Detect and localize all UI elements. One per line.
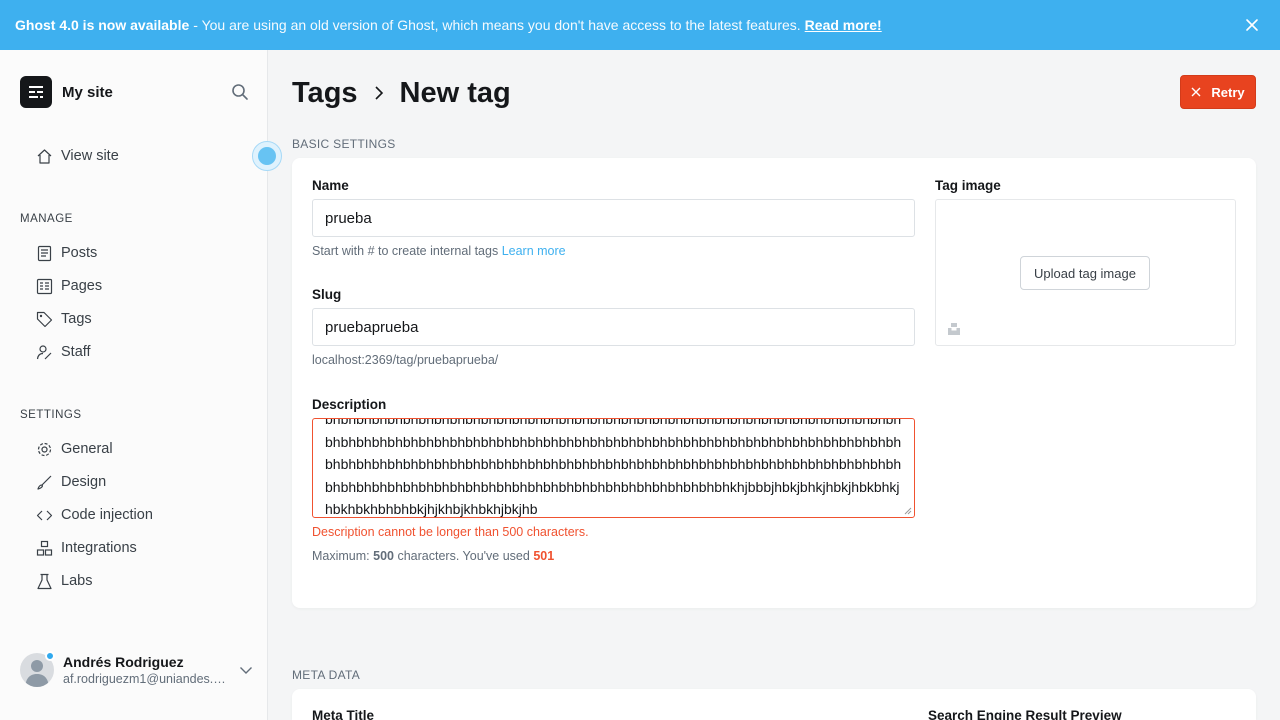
sidebar-item-view-site[interactable]: View site — [36, 144, 119, 168]
tag-image-label: Tag image — [935, 178, 1001, 193]
character-count: Maximum: 500 characters. You've used 501 — [312, 549, 554, 563]
sidebar-item-tags[interactable]: Tags — [36, 307, 92, 331]
description-line: bhbhbhbhbhbhbhbhbhbhbhbhbhbhbhbhbhbhbhbh… — [325, 478, 900, 495]
sidebar-item-label: Design — [61, 474, 107, 490]
chevron-down-icon[interactable] — [238, 662, 254, 678]
banner-read-more-link[interactable]: Read more! — [805, 17, 882, 33]
retry-button[interactable]: Retry — [1180, 75, 1256, 109]
sidebar: My site View site MANAGE Posts Pages Tag… — [0, 50, 268, 720]
pages-icon — [36, 278, 53, 294]
update-banner: Ghost 4.0 is now available - You are usi… — [0, 0, 1280, 50]
code-icon — [36, 510, 53, 520]
sidebar-item-label: Code injection — [61, 507, 153, 523]
staff-icon — [36, 344, 52, 359]
site-name[interactable]: My site — [62, 84, 113, 101]
sidebar-item-labs[interactable]: Labs — [36, 569, 92, 593]
gear-icon — [37, 442, 52, 456]
tour-pulse-indicator[interactable] — [252, 141, 282, 171]
sidebar-item-staff[interactable]: Staff — [36, 340, 91, 364]
tag-icon — [36, 311, 53, 327]
posts-icon — [37, 245, 52, 261]
chevron-right-icon — [374, 86, 383, 100]
manage-label: MANAGE — [20, 213, 73, 225]
description-line: hbkhbkhbhbhbkjhjkhbjkhbkhjbkjhb — [325, 501, 538, 517]
sidebar-item-pages[interactable]: Pages — [36, 274, 102, 298]
sidebar-item-integrations[interactable]: Integrations — [36, 536, 137, 560]
sidebar-item-label: Labs — [61, 573, 93, 589]
name-input[interactable]: prueba — [312, 199, 915, 237]
description-textarea[interactable]: bhbhbhbhbhbhbhbhbhbhbhbhbhbhbhbhbhbhbhbh… — [312, 418, 915, 518]
sidebar-item-label: Staff — [61, 344, 91, 360]
basic-settings-label: BASIC SETTINGS — [292, 137, 396, 151]
sidebar-item-code-injection[interactable]: Code injection — [36, 503, 153, 527]
breadcrumb-tags-link[interactable]: Tags — [292, 77, 358, 110]
slug-url: localhost:2369/tag/pruebaprueba/ — [312, 353, 499, 367]
meta-title-label: Meta Title — [312, 708, 375, 720]
unsplash-icon[interactable] — [947, 322, 961, 336]
description-line: bhbhbhbhbhbhbhbhbhbhbhbhbhbhbhbhbhbhbhbh… — [325, 418, 902, 427]
sidebar-item-label: View site — [61, 148, 119, 164]
retry-label: Retry — [1211, 84, 1245, 100]
upload-tag-image-button[interactable]: Upload tag image — [1020, 256, 1150, 290]
brush-icon — [37, 475, 52, 490]
sidebar-item-posts[interactable]: Posts — [36, 241, 97, 265]
count-prefix: Maximum: — [312, 549, 370, 563]
slug-input[interactable]: pruebaprueba — [312, 308, 915, 346]
sidebar-item-general[interactable]: General — [36, 437, 113, 461]
meta-data-label: META DATA — [292, 668, 361, 682]
banner-message: - You are using an old version of Ghost,… — [193, 17, 801, 33]
description-label: Description — [312, 397, 387, 412]
description-line: bhbhbhbhbhbhbhbhbhbhbhbhbhbhbhbhbhbhbhbh… — [325, 456, 902, 472]
close-icon — [1191, 87, 1201, 97]
resize-handle-icon[interactable] — [904, 507, 912, 515]
notification-dot — [45, 651, 55, 661]
site-header: My site — [20, 76, 250, 108]
name-hint: Start with # to create internal tags Lea… — [312, 244, 566, 258]
user-info: Andrés Rodriguez af.rodriguezm1@uniandes… — [63, 654, 228, 686]
search-preview-label: Search Engine Result Preview — [928, 708, 1122, 720]
sidebar-item-label: Tags — [61, 311, 92, 327]
slug-label: Slug — [312, 287, 342, 302]
user-menu[interactable]: Andrés Rodriguez af.rodriguezm1@uniandes… — [20, 648, 260, 692]
sidebar-item-label: Pages — [61, 278, 103, 294]
integrations-icon — [36, 540, 53, 556]
sidebar-item-label: Posts — [61, 245, 98, 261]
name-label: Name — [312, 178, 349, 193]
banner-headline: Ghost 4.0 is now available — [15, 17, 190, 33]
learn-more-link[interactable]: Learn more — [502, 244, 566, 258]
description-error: Description cannot be longer than 500 ch… — [312, 525, 589, 539]
close-icon[interactable] — [1242, 15, 1262, 35]
page-title: New tag — [399, 76, 511, 109]
home-icon — [37, 148, 52, 164]
settings-label: SETTINGS — [20, 409, 82, 421]
description-line: bhbhbhbhbhbhbhbhbhbhbhbhbhbhbhbhbhbhbhbh… — [325, 433, 902, 450]
user-name: Andrés Rodriguez — [63, 654, 184, 670]
name-hint-text: Start with # to create internal tags — [312, 244, 499, 258]
sidebar-item-label: General — [61, 441, 113, 457]
count-used: 501 — [533, 549, 555, 563]
sidebar-item-label: Integrations — [61, 540, 137, 556]
site-logo[interactable] — [20, 76, 52, 108]
count-mid: characters. You've used — [397, 549, 530, 563]
breadcrumb: Tags New tag — [292, 74, 511, 112]
flask-icon — [37, 573, 52, 589]
count-max: 500 — [373, 549, 394, 563]
sidebar-item-design[interactable]: Design — [36, 470, 106, 494]
search-icon[interactable] — [230, 82, 250, 102]
user-email: af.rodriguezm1@uniandes.edu.co — [63, 672, 228, 686]
